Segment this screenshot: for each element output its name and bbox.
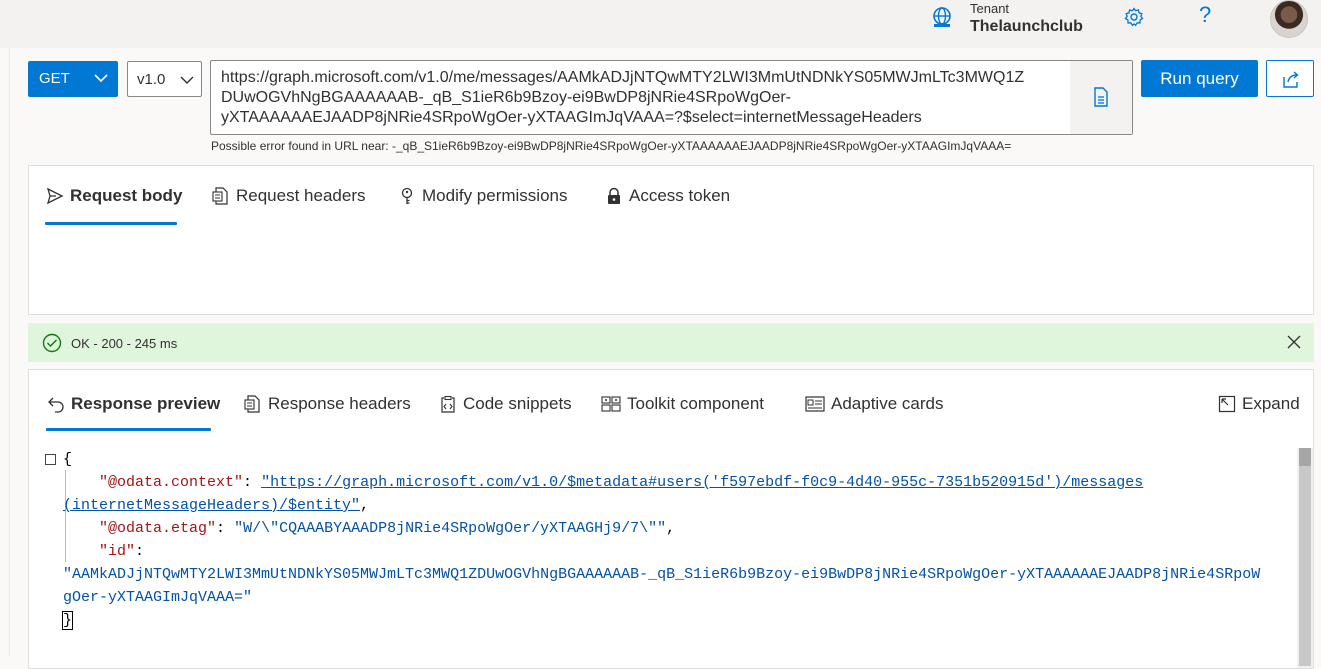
tab-response-preview[interactable]: Response preview (47, 392, 220, 416)
tab-label: Request body (70, 186, 183, 205)
active-tab-indicator (45, 222, 177, 225)
json-line-id-value-cont: gOer-yXTAAGImJqVAAA=" (63, 589, 253, 606)
top-bar: Tenant Thelaunchclub ? (0, 0, 1321, 48)
toolkit-icon (601, 396, 621, 412)
chevron-down-icon (180, 73, 194, 87)
tab-code-snippets[interactable]: Code snippets (439, 392, 572, 416)
tab-toolkit-component[interactable]: Toolkit component (601, 392, 764, 416)
tenant-label: Tenant (970, 1, 1010, 16)
close-icon[interactable] (1287, 335, 1301, 354)
document-icon (244, 395, 260, 413)
expand-button[interactable]: Expand (1218, 392, 1300, 416)
tab-modify-permissions[interactable]: Modify permissions (398, 166, 568, 226)
url-line: DUwOGVhNgBGAAAAAAB-_qB_S1ieR6b9Bzoy-ei9B… (221, 89, 792, 106)
send-icon (46, 187, 64, 205)
scrollbar-track[interactable] (1299, 466, 1311, 666)
json-open-brace: { (63, 451, 73, 468)
method-dropdown[interactable]: GET (28, 61, 118, 97)
url-input[interactable]: https://graph.microsoft.com/v1.0/me/mess… (210, 60, 1133, 135)
active-tab-indicator (46, 428, 211, 431)
url-line: https://graph.microsoft.com/v1.0/me/mess… (221, 69, 1025, 86)
tab-label: Response headers (268, 394, 411, 413)
fold-toggle[interactable] (45, 454, 56, 465)
run-query-button[interactable]: Run query (1141, 60, 1258, 97)
tab-label: Response preview (71, 394, 221, 413)
card-icon (805, 396, 825, 412)
gear-icon[interactable] (1124, 7, 1144, 27)
url-line: yXTAAAAAAEJAADP8jNRie4SRpoWgOer-yXTAAGIm… (221, 109, 922, 126)
expand-icon (1218, 395, 1236, 413)
tenant-name[interactable]: Thelaunchclub (970, 18, 1083, 36)
context-link[interactable]: "https://graph.microsoft.com/v1.0/$metad… (261, 474, 1143, 491)
tab-request-headers[interactable]: Request headers (212, 166, 365, 226)
tab-label: Toolkit component (627, 394, 765, 413)
undo-icon (48, 397, 64, 413)
share-icon (1283, 71, 1299, 88)
response-json-editor[interactable]: { "@odata.context": "https://graph.micro… (39, 448, 1297, 663)
key-icon (401, 187, 413, 204)
status-text: OK - 200 - 245 ms (71, 336, 178, 351)
avatar[interactable] (1270, 0, 1308, 38)
tab-adaptive-cards[interactable]: Adaptive cards (805, 392, 943, 416)
document-icon (212, 187, 228, 205)
status-bar: OK - 200 - 245 ms (28, 323, 1314, 362)
scrollbar-thumb[interactable] (1299, 448, 1311, 466)
lock-icon (608, 187, 620, 204)
json-close-brace: } (61, 611, 74, 630)
url-error-text: Possible error found in URL near: -_qB_S… (211, 139, 1012, 153)
response-panel: Response preview Response headers Code s… (28, 369, 1314, 669)
left-rail (0, 48, 10, 656)
vertical-scrollbar[interactable] (1297, 448, 1313, 668)
help-icon[interactable]: ? (1199, 2, 1211, 28)
version-label: v1.0 (137, 71, 166, 88)
globe-icon (930, 6, 954, 30)
tab-request-body[interactable]: Request body (46, 166, 182, 226)
share-button[interactable] (1266, 60, 1314, 97)
url-doc-button[interactable] (1070, 61, 1132, 134)
tab-label: Adaptive cards (831, 394, 944, 413)
url-text[interactable]: https://graph.microsoft.com/v1.0/me/mess… (221, 68, 1061, 128)
clipboard-code-icon (441, 395, 455, 413)
context-link-cont[interactable]: (internetMessageHeaders)/$entity" (63, 497, 360, 514)
checkmark-circle-icon (42, 333, 62, 358)
document-icon (1094, 87, 1108, 107)
json-line-id-value: "AAMkADJjNTQwMTY2LWI3MmUtNDNkYS05MWJmLTc… (63, 566, 1261, 583)
tab-label: Request headers (236, 186, 366, 205)
request-panel: Request body Request headers Modify perm… (28, 165, 1314, 315)
tab-label: Modify permissions (422, 186, 568, 205)
method-label: GET (39, 70, 70, 87)
tab-label: Code snippets (463, 394, 572, 413)
tab-label: Access token (629, 186, 731, 205)
tab-access-token[interactable]: Access token (605, 166, 730, 226)
expand-label: Expand (1242, 394, 1300, 413)
json-line-id-key: "id": (99, 543, 145, 560)
tab-response-headers[interactable]: Response headers (244, 392, 411, 416)
chevron-down-icon (94, 71, 108, 85)
json-line-etag: "@odata.etag": "W/\"CQAAABYAAADP8jNRie4S… (99, 520, 676, 537)
json-line-context: "@odata.context": "https://graph.microso… (99, 474, 1144, 491)
json-line-context-cont: (internetMessageHeaders)/$entity", (63, 497, 370, 514)
version-dropdown[interactable]: v1.0 (127, 61, 202, 97)
